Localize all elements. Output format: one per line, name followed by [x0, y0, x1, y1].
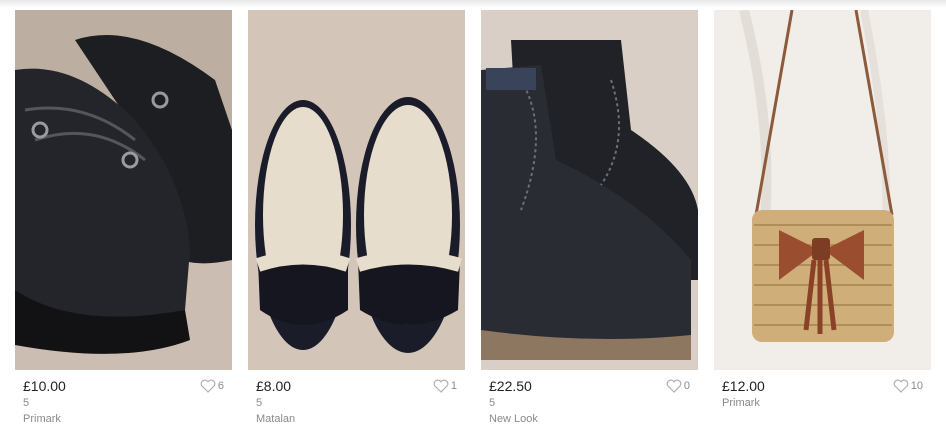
item-photo[interactable] [714, 10, 931, 370]
item-card-3[interactable]: £22.50 5 New Look 0 [481, 10, 698, 428]
favourite-button[interactable]: 0 [666, 379, 690, 393]
item-card-1[interactable]: £10.00 5 Primark 6 [15, 10, 232, 428]
item-brand: Matalan [256, 413, 296, 425]
item-price: £8.00 [256, 378, 292, 394]
item-price: £22.50 [489, 378, 532, 394]
item-price: £10.00 [23, 378, 66, 394]
item-brand: Primark [23, 413, 61, 425]
item-card-4[interactable]: £12.00 Primark 10 [714, 10, 931, 428]
favourite-count: 10 [910, 380, 923, 392]
item-brand: New Look [489, 413, 538, 425]
favourite-button[interactable]: 6 [200, 379, 224, 393]
item-size: 5 [23, 397, 30, 409]
favourite-count: 6 [217, 380, 224, 392]
favourite-count: 0 [683, 380, 690, 392]
top-divider [0, 0, 946, 8]
heart-outline-icon [893, 379, 909, 393]
item-photo[interactable] [481, 10, 698, 370]
heart-outline-icon [200, 379, 216, 393]
favourite-count: 1 [450, 380, 457, 392]
item-size: 5 [256, 397, 263, 409]
item-price: £12.00 [722, 378, 765, 394]
item-photo[interactable] [15, 10, 232, 370]
item-card-2[interactable]: £8.00 5 Matalan 1 [248, 10, 465, 428]
favourite-button[interactable]: 1 [433, 379, 457, 393]
heart-outline-icon [433, 379, 449, 393]
item-size: 5 [489, 397, 496, 409]
heart-outline-icon [666, 379, 682, 393]
favourite-button[interactable]: 10 [893, 379, 923, 393]
item-photo[interactable] [248, 10, 465, 370]
item-brand: Primark [722, 397, 760, 409]
